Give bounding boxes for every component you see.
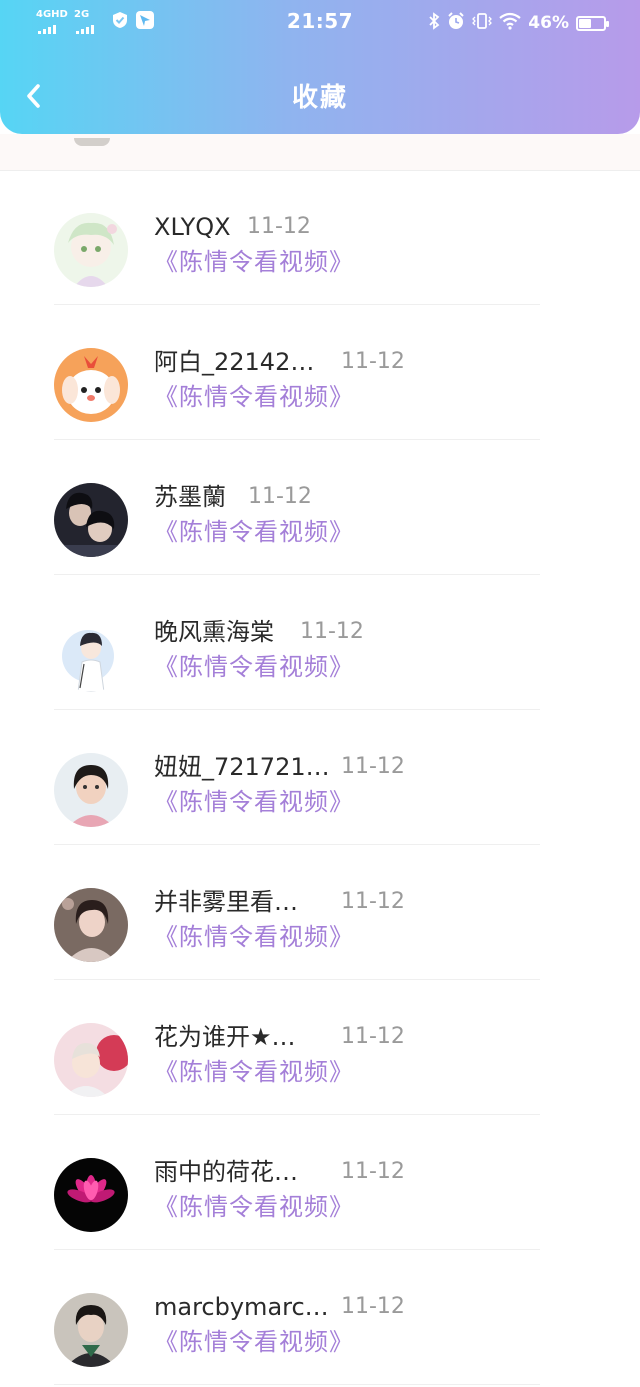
favorite-link[interactable]: 《陈情令看视频》	[154, 382, 354, 412]
list-item-partial[interactable]	[0, 134, 640, 171]
bluetooth-icon	[428, 12, 440, 34]
alarm-icon	[447, 12, 465, 34]
avatar-partial	[74, 138, 110, 146]
avatar	[54, 348, 128, 422]
avatar	[54, 1023, 128, 1097]
item-date: 11-12	[341, 1024, 405, 1049]
list-item[interactable]: 并非雾里看… 11-12 《陈情令看视频》	[0, 845, 640, 980]
list-item[interactable]: 花为谁开★… 11-12 《陈情令看视频》	[0, 980, 640, 1115]
list-item[interactable]: 晚风熏海棠 11-12 《陈情令看视频》	[0, 575, 640, 710]
user-name: 苏墨蘭	[154, 483, 226, 511]
item-date: 11-12	[247, 214, 311, 239]
list-item[interactable]: 妞妞_721721… 11-12 《陈情令看视频》	[0, 710, 640, 845]
favorite-link[interactable]: 《陈情令看视频》	[154, 1057, 354, 1087]
list-item[interactable]: marcbymarc… 11-12 《陈情令看视频》	[0, 1250, 640, 1385]
item-date: 11-12	[341, 889, 405, 914]
avatar	[54, 1293, 128, 1367]
user-name: 并非雾里看…	[154, 888, 298, 916]
favorite-link[interactable]: 《陈情令看视频》	[154, 1192, 354, 1222]
battery-icon	[576, 15, 609, 31]
avatar	[54, 213, 128, 287]
wifi-icon	[499, 12, 521, 34]
list-item[interactable]: 苏墨蘭 11-12 《陈情令看视频》	[0, 440, 640, 575]
list-item[interactable]: XLYQX 11-12 《陈情令看视频》	[0, 170, 640, 305]
item-date: 11-12	[248, 484, 312, 509]
battery-level-fill	[579, 18, 591, 28]
page-title: 收藏	[291, 83, 348, 113]
item-date: 11-12	[341, 1159, 405, 1184]
item-date: 11-12	[341, 349, 405, 374]
list-item[interactable]: 阿白_22142… 11-12 《陈情令看视频》	[0, 305, 640, 440]
item-date: 11-12	[341, 1294, 405, 1319]
divider	[54, 1384, 540, 1385]
user-name: XLYQX	[154, 213, 231, 241]
user-name: 妞妞_721721…	[154, 753, 330, 781]
battery-percent: 46%	[528, 13, 569, 33]
avatar	[54, 618, 128, 692]
avatar	[54, 888, 128, 962]
status-right: 46%	[428, 12, 609, 34]
item-date: 11-12	[300, 619, 364, 644]
vibrate-icon	[472, 12, 493, 34]
favorite-link[interactable]: 《陈情令看视频》	[154, 652, 354, 682]
item-date: 11-12	[341, 754, 405, 779]
avatar	[54, 483, 128, 557]
list-item[interactable]: 雨中的荷花… 11-12 《陈情令看视频》	[0, 1115, 640, 1250]
app-header: 4GHD 2G 21:57 46% 收藏	[0, 0, 640, 134]
avatar	[54, 1158, 128, 1232]
favorite-link[interactable]: 《陈情令看视频》	[154, 517, 354, 547]
favorite-link[interactable]: 《陈情令看视频》	[154, 1327, 354, 1357]
avatar	[54, 753, 128, 827]
favorite-link[interactable]: 《陈情令看视频》	[154, 787, 354, 817]
user-name: 晚风熏海棠	[154, 618, 274, 646]
favorites-list[interactable]: XLYQX 11-12 《陈情令看视频》 阿白_22142… 11-12 《陈情…	[0, 0, 640, 1387]
favorite-link[interactable]: 《陈情令看视频》	[154, 247, 354, 277]
status-bar: 4GHD 2G 21:57 46%	[0, 0, 640, 46]
favorite-link[interactable]: 《陈情令看视频》	[154, 922, 354, 952]
user-name: 阿白_22142…	[154, 348, 315, 376]
user-name: 雨中的荷花…	[154, 1158, 298, 1186]
user-name: marcbymarc…	[154, 1293, 329, 1321]
user-name: 花为谁开★…	[154, 1023, 296, 1051]
